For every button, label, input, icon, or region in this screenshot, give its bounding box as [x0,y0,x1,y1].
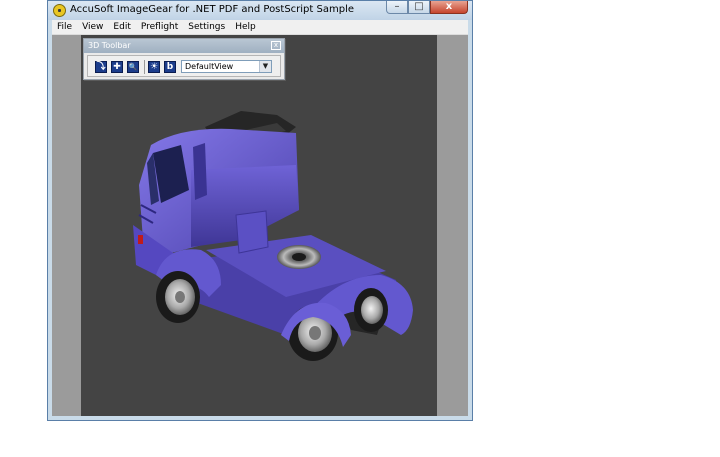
background-icon[interactable]: b [164,61,176,73]
minimize-button[interactable]: – [386,1,408,14]
maximize-button[interactable]: □ [408,1,430,14]
pan-icon[interactable]: ✚ [111,61,123,73]
close-button[interactable]: x [430,1,468,14]
menu-preflight[interactable]: Preflight [136,22,183,32]
menu-bar: File View Edit Preflight Settings Help [52,20,468,35]
chevron-down-icon[interactable]: ▼ [259,61,271,72]
menu-settings[interactable]: Settings [183,22,230,32]
light-icon[interactable]: ☀ [148,61,160,73]
3d-toolbar-window: 3D Toolbar x ⤵ ✚ 🔍 ☀ b DefaultView ▼ [83,38,285,80]
document-area [52,35,468,416]
window-title: AccuSoft ImageGear for .NET PDF and Post… [70,4,354,15]
title-bar[interactable]: AccuSoft ImageGear for .NET PDF and Post… [48,1,472,20]
rotate-icon[interactable]: ⤵ [95,61,107,73]
view-select-value: DefaultView [185,62,234,71]
truck-3d-model[interactable] [81,35,439,418]
app-icon [53,4,66,17]
menu-file[interactable]: File [52,22,77,32]
side-step-box [235,210,269,254]
window-controls: – □ x [386,1,468,16]
3d-toolbar-title[interactable]: 3D Toolbar [84,39,284,53]
toolbar-separator [144,60,145,74]
menu-help[interactable]: Help [230,22,261,32]
menu-view[interactable]: View [77,22,108,32]
3d-toolbar-body: ⤵ ✚ 🔍 ☀ b DefaultView ▼ [87,55,281,77]
3d-viewport[interactable] [81,35,437,416]
headlight [138,235,143,244]
view-select[interactable]: DefaultView ▼ [181,60,272,73]
zoom-icon[interactable]: 🔍 [127,61,139,73]
menu-edit[interactable]: Edit [108,22,135,32]
3d-toolbar-close-button[interactable]: x [271,41,281,50]
